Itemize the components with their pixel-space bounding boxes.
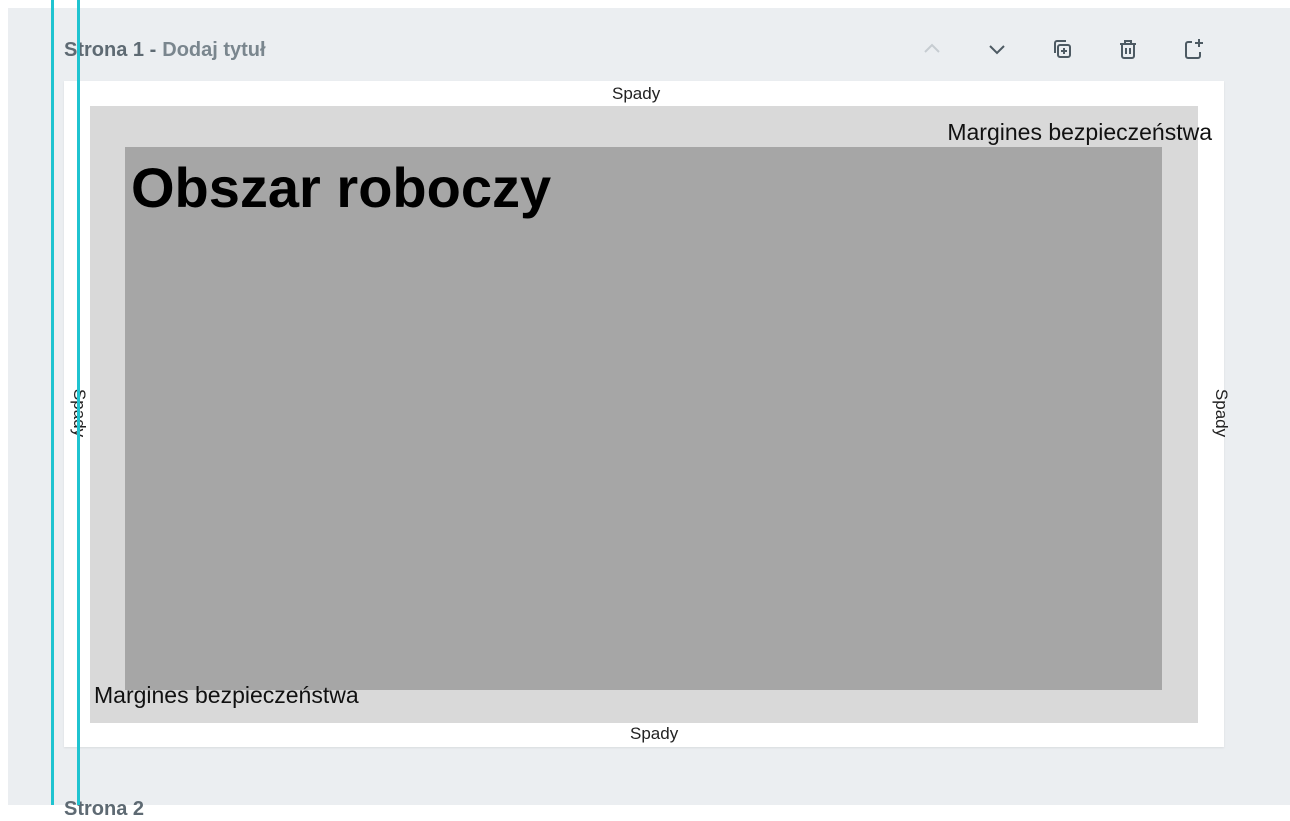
page-canvas[interactable]: Spady Spady Spady Margines bezpieczeństw… bbox=[64, 81, 1231, 747]
safe-margin-label-bottom: Margines bezpieczeństwa bbox=[94, 682, 359, 708]
duplicate-icon bbox=[1054, 40, 1071, 58]
next-page-header: Strona 2 bbox=[64, 798, 145, 820]
editor-workspace: Strona 1 - Dodaj tytuł Spady Spady Margi… bbox=[8, 8, 1290, 820]
page-header: Strona 1 - Dodaj tytuł bbox=[64, 38, 266, 62]
add-page-button[interactable] bbox=[1174, 30, 1212, 68]
page-title-input[interactable]: Dodaj tytuł bbox=[162, 39, 265, 62]
bleed-label-bottom: Spady bbox=[630, 724, 679, 743]
safe-margin-zone: Margines bezpieczeństwa Obszar roboczy M… bbox=[90, 106, 1212, 723]
chevron-up-icon bbox=[924, 43, 940, 53]
duplicate-page-button[interactable] bbox=[1043, 30, 1081, 68]
move-page-down-button[interactable] bbox=[978, 30, 1016, 68]
safe-margin-label-top: Margines bezpieczeństwa bbox=[947, 119, 1212, 145]
work-area-title[interactable]: Obszar roboczy bbox=[131, 153, 551, 223]
bleed-label-top: Spady bbox=[612, 84, 661, 103]
vertical-guide-line[interactable] bbox=[77, 0, 80, 805]
trash-icon bbox=[1120, 40, 1136, 59]
move-page-up-button[interactable] bbox=[913, 30, 951, 68]
page-toolbar bbox=[913, 30, 1223, 70]
add-page-icon bbox=[1185, 39, 1203, 59]
vertical-guide-line[interactable] bbox=[51, 0, 54, 805]
work-area[interactable]: Obszar roboczy bbox=[125, 147, 1162, 690]
delete-page-button[interactable] bbox=[1109, 30, 1147, 68]
bleed-label-right: Spady bbox=[1212, 388, 1232, 438]
chevron-down-icon bbox=[989, 45, 1005, 55]
